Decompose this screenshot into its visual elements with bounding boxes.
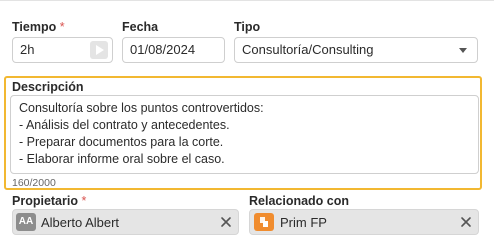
relacionado-label: Relacionado con (249, 194, 350, 208)
tiempo-input[interactable]: 2h (12, 37, 113, 63)
fecha-input[interactable]: 01/08/2024 (122, 37, 225, 63)
close-icon[interactable] (459, 215, 473, 229)
char-counter: 160/2000 (12, 177, 56, 189)
propietario-label: Propietario * (12, 194, 87, 208)
relacionado-chip[interactable]: Prim FP (249, 209, 479, 235)
descripcion-label: Descripción (12, 80, 84, 94)
tipo-select[interactable]: Consultoría/Consulting (234, 37, 478, 63)
top-divider (0, 0, 494, 5)
descripcion-textarea[interactable]: Consultoría sobre los puntos controverti… (10, 95, 479, 174)
close-icon[interactable] (219, 215, 233, 229)
tipo-label: Tipo (234, 20, 261, 34)
descripcion-line: - Análisis del contrato y antecedentes. (19, 118, 230, 132)
descripcion-line: Consultoría sobre los puntos controverti… (19, 101, 264, 115)
descripcion-line: - Preparar documentos para la corte. (19, 135, 224, 149)
tiempo-label: Tiempo * (12, 20, 65, 34)
avatar: AA (16, 213, 36, 231)
fecha-label: Fecha (122, 20, 159, 34)
tiempo-value: 2h (20, 42, 35, 57)
fecha-value: 01/08/2024 (130, 42, 196, 57)
document-icon (254, 213, 274, 231)
tipo-value: Consultoría/Consulting (242, 42, 374, 57)
play-icon[interactable] (90, 41, 108, 59)
descripcion-line: - Elaborar informe oral sobre el caso. (19, 152, 225, 166)
propietario-chip[interactable]: AA Alberto Albert (12, 209, 239, 235)
relacionado-value: Prim FP (280, 215, 327, 230)
propietario-value: Alberto Albert (41, 215, 120, 230)
chevron-down-icon (459, 48, 467, 53)
